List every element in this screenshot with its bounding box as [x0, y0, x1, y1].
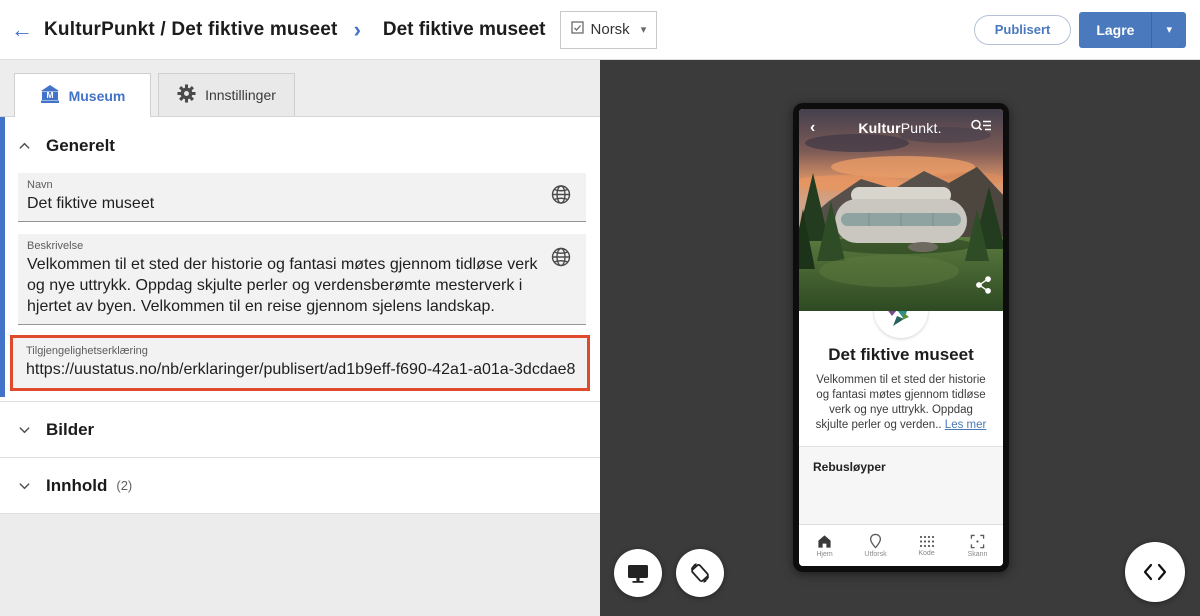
tab-innstillinger-label: Innstillinger: [205, 87, 276, 103]
description-field-label: Beskrivelse: [27, 240, 546, 252]
preview-panel: ‹ KulturPunkt.: [600, 60, 1200, 616]
rotate-device-icon: [687, 560, 713, 586]
back-arrow-icon[interactable]: ←: [0, 17, 44, 43]
share-icon[interactable]: [974, 275, 993, 300]
breadcrumb: KulturPunkt / Det fiktive museet: [44, 19, 338, 41]
editor-body: Generelt Navn Det fiktive museet Beskriv…: [0, 117, 600, 616]
name-field[interactable]: Navn Det fiktive museet: [18, 173, 586, 222]
nav-label: Utforsk: [864, 551, 886, 558]
accessibility-field-label: Tilgjengelighetserklæring: [26, 345, 575, 357]
topbar: ← KulturPunkt / Det fiktive museet › Det…: [0, 0, 1200, 60]
app-museum-card: Det fiktive museet Velkommen til et sted…: [799, 311, 1003, 446]
section-bilder-header[interactable]: Bilder: [0, 402, 600, 458]
name-field-value[interactable]: Det fiktive museet: [27, 193, 546, 214]
language-icon: [571, 21, 584, 39]
app-back-chevron-icon[interactable]: ‹: [810, 119, 830, 137]
nav-item-hjem[interactable]: Hjem: [799, 525, 850, 566]
save-button[interactable]: Lagre: [1079, 12, 1151, 48]
name-field-label: Navn: [27, 179, 546, 191]
search-menu-icon[interactable]: [970, 118, 992, 139]
phone-screen: ‹ KulturPunkt.: [799, 109, 1003, 566]
section-bilder-title: Bilder: [46, 420, 94, 440]
section-generelt-header[interactable]: Generelt: [0, 125, 600, 167]
app-section-rebuslooyper: Rebusløyper: [799, 446, 1003, 524]
language-select[interactable]: Norsk ▾: [560, 11, 658, 49]
save-split-button[interactable]: Lagre ▾: [1079, 12, 1186, 48]
tab-museum[interactable]: M Museum: [14, 73, 151, 117]
app-museum-title: Det fiktive museet: [799, 345, 1003, 365]
app-header: ‹ KulturPunkt.: [799, 109, 1003, 147]
museum-hero-image: ‹ KulturPunkt.: [799, 109, 1003, 311]
section-innhold-header[interactable]: Innhold (2): [0, 458, 600, 514]
accessibility-field-value[interactable]: https://uustatus.no/nb/erklaringer/publi…: [26, 359, 575, 380]
nav-item-utforsk[interactable]: Utforsk: [850, 525, 901, 566]
chevron-down-icon: [18, 423, 31, 436]
description-field-value[interactable]: Velkommen til et sted der historie og fa…: [27, 254, 546, 317]
rotate-device-button[interactable]: [676, 549, 724, 597]
editor-panel: M Museum: [0, 60, 600, 616]
active-section-indicator: [0, 117, 5, 397]
chevron-up-icon: [18, 140, 31, 153]
section-generelt-title: Generelt: [46, 136, 115, 156]
tab-museum-label: Museum: [69, 88, 126, 104]
location-pin-icon: [868, 533, 883, 549]
nav-item-kode[interactable]: Kode: [901, 525, 952, 566]
app-bottom-nav: Hjem Utforsk Kode Skann: [799, 524, 1003, 566]
app-section-heading: Rebusløyper: [799, 447, 1003, 474]
nav-label: Skann: [968, 551, 988, 558]
tab-innstillinger[interactable]: Innstillinger: [158, 73, 295, 116]
accessibility-field[interactable]: Tilgjengelighetserklæring https://uustat…: [13, 338, 587, 388]
desktop-preview-button[interactable]: [614, 549, 662, 597]
chevron-down-icon: ▾: [641, 23, 647, 36]
gear-icon: [177, 84, 196, 106]
nav-label: Hjem: [816, 551, 832, 558]
app-logo: KulturPunkt.: [830, 120, 970, 136]
language-value: Norsk: [591, 21, 630, 38]
globe-icon[interactable]: [550, 246, 572, 273]
museum-building-icon: M: [40, 84, 60, 107]
editor-footer: [0, 514, 600, 616]
section-innhold-count: (2): [116, 478, 132, 493]
dots-grid-icon: [919, 535, 935, 548]
app-museum-description: Velkommen til et sted der historie og fa…: [799, 373, 1003, 433]
page-title: Det fiktive museet: [383, 19, 546, 41]
app-window: ← KulturPunkt / Det fiktive museet › Det…: [0, 0, 1200, 616]
chevron-down-icon: [18, 479, 31, 492]
monitor-icon: [625, 561, 651, 585]
nav-label: Kode: [918, 550, 934, 557]
code-view-button[interactable]: [1125, 542, 1185, 602]
tab-strip: M Museum: [0, 60, 600, 117]
code-icon: [1142, 562, 1168, 582]
chevron-right-icon: ›: [354, 19, 361, 41]
accessibility-field-highlight: Tilgjengelighetserklæring https://uustat…: [10, 335, 590, 391]
save-options-caret-icon[interactable]: ▾: [1152, 12, 1186, 48]
section-innhold-title: Innhold: [46, 476, 107, 496]
phone-preview: ‹ KulturPunkt.: [793, 103, 1009, 572]
description-field[interactable]: Beskrivelse Velkommen til et sted der hi…: [18, 234, 586, 325]
published-status-button[interactable]: Publisert: [974, 15, 1072, 45]
read-more-link[interactable]: Les mer: [945, 419, 987, 431]
scan-frame-icon: [970, 534, 985, 549]
globe-icon[interactable]: [550, 184, 572, 211]
svg-text:M: M: [46, 90, 53, 100]
nav-item-skann[interactable]: Skann: [952, 525, 1003, 566]
home-icon: [817, 534, 832, 549]
